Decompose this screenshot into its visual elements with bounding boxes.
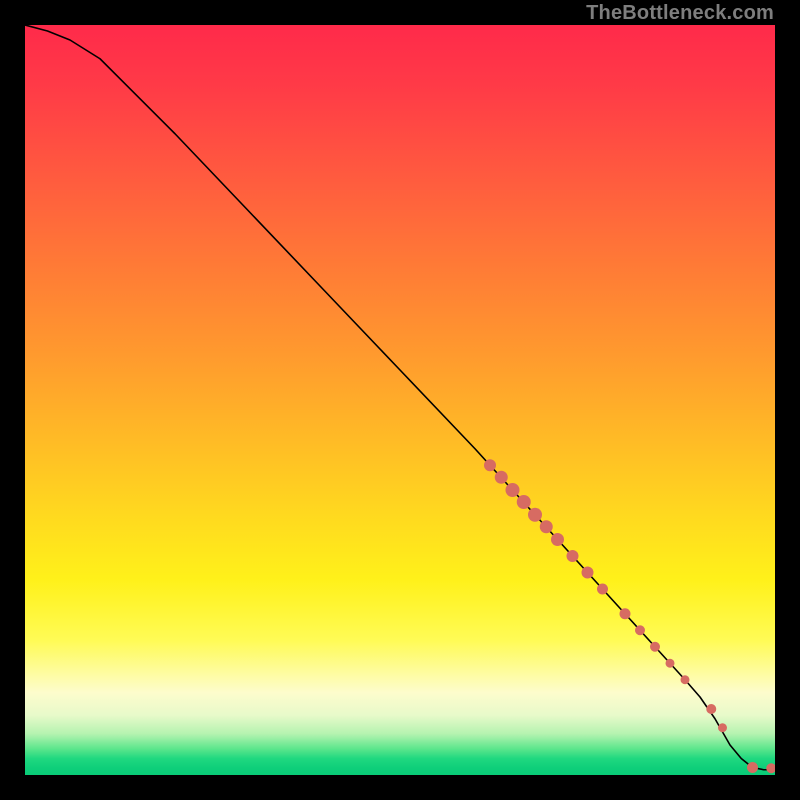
data-point <box>747 762 758 773</box>
data-point <box>517 495 531 509</box>
data-point <box>484 459 496 471</box>
data-point <box>597 584 608 595</box>
data-point <box>650 642 660 652</box>
data-point <box>528 508 542 522</box>
chart-overlay <box>25 25 775 775</box>
data-point <box>567 550 579 562</box>
data-points <box>484 459 775 773</box>
plot-area <box>25 25 775 775</box>
bottleneck-curve <box>25 25 775 770</box>
data-point <box>635 625 645 635</box>
data-point <box>766 763 775 773</box>
data-point <box>666 659 675 668</box>
data-point <box>718 723 727 732</box>
data-point <box>620 608 631 619</box>
data-point <box>495 471 508 484</box>
chart-stage: TheBottleneck.com <box>0 0 800 800</box>
data-point <box>681 675 690 684</box>
data-point <box>506 483 520 497</box>
data-point <box>540 520 553 533</box>
data-point <box>551 533 564 546</box>
watermark-text: TheBottleneck.com <box>586 2 774 25</box>
data-point <box>706 704 716 714</box>
data-point <box>582 567 594 579</box>
